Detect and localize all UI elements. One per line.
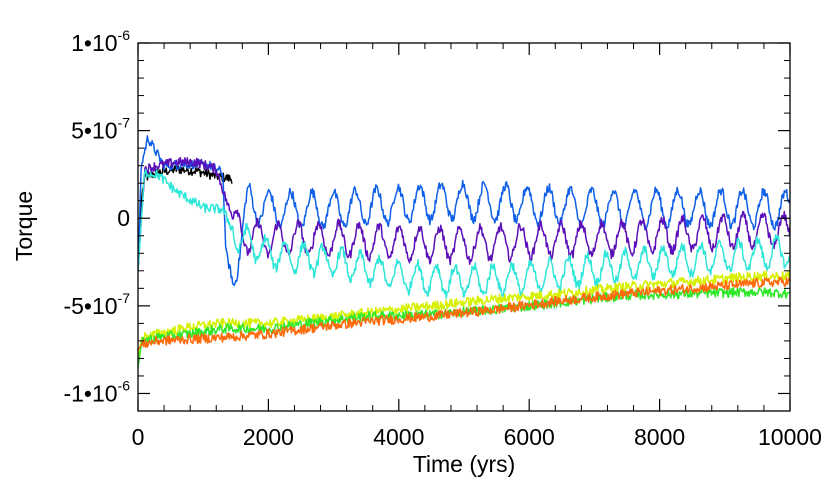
y-tick-base: 1•10: [71, 30, 117, 56]
x-tick-label: 0: [132, 424, 145, 450]
y-tick-base: -5•10: [63, 293, 117, 319]
y-tick-exponent: -6: [118, 377, 131, 393]
x-tick-label: 2000: [243, 424, 294, 450]
y-tick-base: 5•10: [71, 118, 117, 144]
x-tick-label: 4000: [373, 424, 424, 450]
x-axis-title: Time (yrs): [413, 451, 516, 477]
y-tick-base: 0: [117, 205, 130, 231]
y-tick-label: 0: [117, 205, 130, 231]
y-tick-exponent: -7: [118, 290, 131, 306]
y-tick-exponent: -7: [118, 115, 131, 131]
x-tick-label: 6000: [504, 424, 555, 450]
y-tick-exponent: -6: [118, 27, 131, 43]
x-tick-label: 10000: [758, 424, 822, 450]
y-tick-base: -1•10: [63, 380, 117, 406]
x-tick-label: 8000: [634, 424, 685, 450]
y-axis-title: Torque: [11, 191, 37, 261]
torque-chart: 0 2000 4000 6000 8000 100001•10-65•10-70-5•10…: [0, 0, 830, 499]
